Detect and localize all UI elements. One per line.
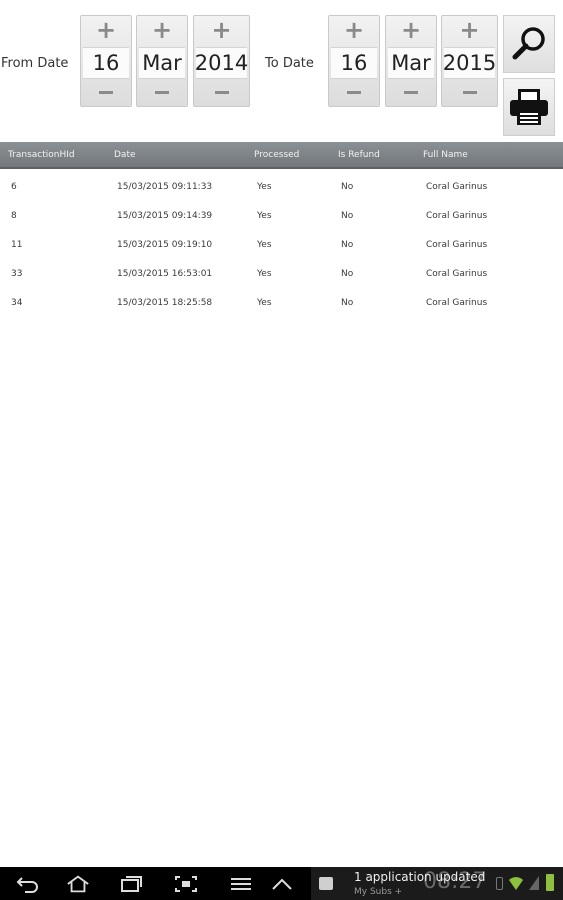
cell-full-name: Coral Garinus: [426, 298, 488, 308]
from-day-increment-button[interactable]: +: [81, 16, 131, 44]
to-month-decrement-button[interactable]: [386, 78, 436, 106]
bluetooth-icon: [496, 877, 503, 890]
cell-processed: Yes: [257, 298, 272, 308]
to-month-value[interactable]: Mar: [388, 47, 434, 79]
minus-icon: [214, 90, 229, 94]
cell-processed: Yes: [257, 211, 272, 221]
notification-area[interactable]: 08:27 1 application updated My Subs +: [311, 867, 563, 900]
cell-full-name: Coral Garinus: [426, 182, 488, 192]
to-day-picker[interactable]: + 16: [328, 15, 380, 107]
recent-apps-icon[interactable]: [119, 873, 143, 895]
column-header-date[interactable]: Date: [114, 150, 136, 160]
table-row[interactable]: 33 15/03/2015 16:53:01 Yes No Coral Gari…: [0, 269, 563, 298]
cell-is-refund: No: [341, 269, 354, 279]
cell-date: 15/03/2015 09:14:39: [117, 211, 213, 221]
cell-is-refund: No: [341, 240, 354, 250]
notification-title: 1 application updated: [354, 870, 486, 884]
cell-full-name: Coral Garinus: [426, 211, 488, 221]
from-year-increment-button[interactable]: +: [194, 16, 249, 44]
minus-icon: [404, 90, 418, 94]
from-year-picker[interactable]: + 2014: [193, 15, 250, 107]
table-row[interactable]: 6 15/03/2015 09:11:33 Yes No Coral Garin…: [0, 182, 563, 211]
from-year-decrement-button[interactable]: [194, 78, 249, 106]
cell-date: 15/03/2015 18:25:58: [117, 298, 213, 308]
from-month-increment-button[interactable]: +: [137, 16, 187, 44]
to-year-decrement-button[interactable]: [442, 78, 497, 106]
table-row[interactable]: 34 15/03/2015 18:25:58 Yes No Coral Gari…: [0, 298, 563, 327]
to-year-picker[interactable]: + 2015: [441, 15, 498, 107]
cell-processed: Yes: [257, 240, 272, 250]
home-icon[interactable]: [66, 873, 90, 895]
from-date-label: From Date: [1, 56, 69, 71]
cell-is-refund: No: [341, 298, 354, 308]
to-month-increment-button[interactable]: +: [386, 16, 436, 44]
print-button[interactable]: [503, 78, 555, 136]
from-day-decrement-button[interactable]: [81, 78, 131, 106]
cell-processed: Yes: [257, 269, 272, 279]
cell-date: 15/03/2015 09:11:33: [117, 182, 213, 192]
cell-is-refund: No: [341, 211, 354, 221]
from-year-value[interactable]: 2014: [195, 47, 248, 79]
printer-icon: [510, 89, 548, 125]
cell-processed: Yes: [257, 182, 272, 192]
search-button[interactable]: [503, 15, 555, 73]
cell-full-name: Coral Garinus: [426, 240, 488, 250]
cell-transaction-id: 8: [11, 211, 17, 221]
column-header-processed[interactable]: Processed: [254, 150, 299, 160]
signal-icon: [529, 876, 539, 890]
cell-date: 15/03/2015 09:19:10: [117, 240, 213, 250]
column-header-full-name[interactable]: Full Name: [423, 150, 468, 160]
from-day-picker[interactable]: + 16: [80, 15, 132, 107]
from-month-value[interactable]: Mar: [139, 47, 185, 79]
to-day-decrement-button[interactable]: [329, 78, 379, 106]
screenshot-icon[interactable]: [174, 873, 198, 895]
table-header: TransactionHId Date Processed Is Refund …: [0, 142, 563, 169]
cell-is-refund: No: [341, 182, 354, 192]
magnifier-icon: [512, 27, 545, 60]
to-day-value[interactable]: 16: [331, 47, 377, 79]
table-row[interactable]: 11 15/03/2015 09:19:10 Yes No Coral Gari…: [0, 240, 563, 269]
system-navigation-bar: 08:27 1 application updated My Subs +: [0, 867, 563, 900]
to-year-value[interactable]: 2015: [443, 47, 496, 79]
cell-transaction-id: 33: [11, 269, 23, 279]
battery-icon: [546, 874, 554, 891]
chevron-up-icon[interactable]: [270, 873, 294, 895]
back-icon[interactable]: [16, 873, 40, 895]
to-month-picker[interactable]: + Mar: [385, 15, 437, 107]
wifi-icon: [509, 877, 523, 890]
column-header-is-refund[interactable]: Is Refund: [338, 150, 380, 160]
notification-subtitle: My Subs +: [354, 887, 403, 897]
from-month-decrement-button[interactable]: [137, 78, 187, 106]
column-header-transaction-id[interactable]: TransactionHId: [8, 150, 75, 160]
cell-full-name: Coral Garinus: [426, 269, 488, 279]
minus-icon: [347, 90, 361, 94]
to-date-label: To Date: [265, 56, 314, 71]
to-day-increment-button[interactable]: +: [329, 16, 379, 44]
cell-date: 15/03/2015 16:53:01: [117, 269, 213, 279]
cell-transaction-id: 34: [11, 298, 23, 308]
from-month-picker[interactable]: + Mar: [136, 15, 188, 107]
minus-icon: [155, 90, 169, 94]
shopping-bag-icon: [319, 877, 333, 890]
minus-icon: [462, 90, 477, 94]
table-row[interactable]: 8 15/03/2015 09:14:39 Yes No Coral Garin…: [0, 211, 563, 240]
menu-icon[interactable]: [229, 873, 253, 895]
cell-transaction-id: 6: [11, 182, 17, 192]
cell-transaction-id: 11: [11, 240, 23, 250]
from-day-value[interactable]: 16: [83, 47, 129, 79]
to-year-increment-button[interactable]: +: [442, 16, 497, 44]
minus-icon: [99, 90, 113, 94]
